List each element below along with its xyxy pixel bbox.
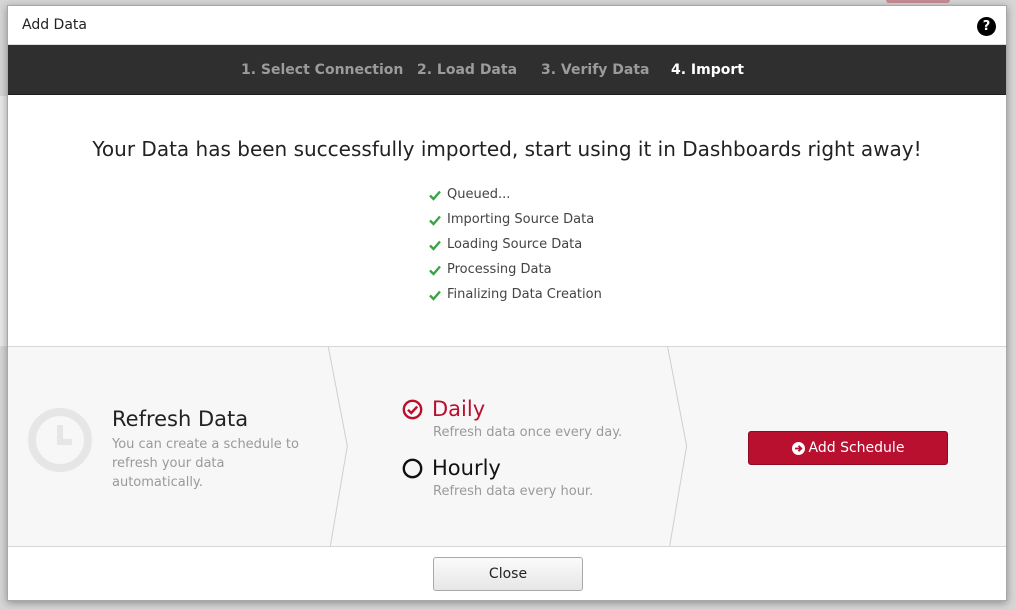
refresh-schedule-panel: Refresh Data You can create a schedule t…	[8, 346, 1006, 547]
progress-item-label: Finalizing Data Creation	[447, 287, 602, 302]
background-badge	[886, 0, 950, 3]
success-headline: Your Data has been successfully imported…	[92, 137, 922, 161]
refresh-data-title: Refresh Data	[112, 407, 249, 431]
check-icon	[429, 265, 441, 276]
check-icon	[429, 190, 441, 201]
list-item: Processing Data	[429, 257, 602, 282]
step-select-connection[interactable]: 1. Select Connection	[241, 62, 403, 78]
list-item: Queued...	[429, 182, 602, 207]
radio-empty-icon	[402, 458, 423, 479]
arrow-circle-right-icon	[791, 441, 805, 455]
option-label: Hourly	[432, 456, 501, 480]
progress-item-label: Queued...	[447, 187, 511, 202]
refresh-data-description: You can create a schedule to refresh you…	[112, 437, 299, 490]
schedule-option-daily[interactable]: Daily Refresh data once every day.	[402, 395, 632, 445]
add-data-modal: Add Data ? 1. Select Connection 2. Load …	[7, 5, 1007, 601]
option-label: Daily	[432, 397, 486, 421]
clock-icon	[28, 408, 92, 472]
option-description: Refresh data once every day.	[433, 425, 623, 440]
add-schedule-button[interactable]: Add Schedule	[748, 431, 948, 465]
progress-item-label: Processing Data	[447, 262, 552, 277]
step-import[interactable]: 4. Import	[671, 62, 744, 78]
list-item: Importing Source Data	[429, 207, 602, 232]
progress-item-label: Loading Source Data	[447, 237, 583, 252]
step-verify-data[interactable]: 3. Verify Data	[541, 62, 650, 78]
add-schedule-label: Add Schedule	[808, 440, 905, 456]
check-icon	[429, 240, 441, 251]
option-description: Refresh data every hour.	[433, 484, 594, 499]
wizard-steps: 1. Select Connection 2. Load Data 3. Ver…	[8, 45, 1006, 95]
step-load-data[interactable]: 2. Load Data	[417, 62, 517, 78]
progress-item-label: Importing Source Data	[447, 212, 595, 227]
list-item: Loading Source Data	[429, 232, 602, 257]
modal-header: Add Data ?	[8, 6, 1006, 45]
import-progress-list: Queued... Importing Source Data Loading …	[429, 182, 602, 307]
modal-title: Add Data	[22, 17, 87, 33]
check-icon	[429, 290, 441, 301]
list-item: Finalizing Data Creation	[429, 282, 602, 307]
help-icon[interactable]: ?	[977, 17, 996, 36]
schedule-option-hourly[interactable]: Hourly Refresh data every hour.	[402, 454, 632, 504]
close-button[interactable]: Close	[433, 557, 583, 591]
check-icon	[429, 215, 441, 226]
check-circle-icon	[402, 399, 423, 420]
